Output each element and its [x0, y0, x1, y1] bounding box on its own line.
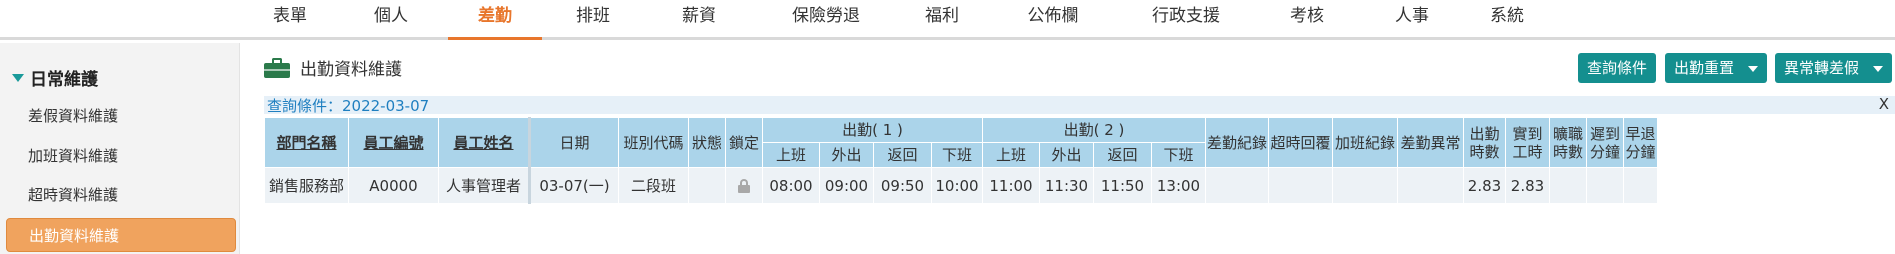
cell-dept: 銷售服務部: [264, 167, 349, 204]
tab-insurance[interactable]: 保險勞退: [779, 0, 873, 37]
header-employee-no[interactable]: 員工編號: [348, 117, 439, 168]
cell-overtime-record: [1332, 167, 1398, 204]
header-overtime-record: 加班紀錄: [1332, 117, 1398, 168]
page-title-text: 出勤資料維護: [300, 60, 402, 80]
abnormal-to-leave-button[interactable]: 異常轉差假: [1775, 53, 1893, 83]
cell-actual-hours: 2.83: [1505, 167, 1550, 204]
header-dept-name[interactable]: 部門名稱: [264, 117, 349, 168]
close-query-bar-button[interactable]: X: [1879, 95, 1889, 113]
caret-down-icon: [1748, 65, 1759, 72]
cell-early-leave-minutes: [1623, 167, 1658, 204]
sidebar-group-label: 日常維護: [30, 70, 98, 90]
header-a2-back: 返回: [1093, 142, 1152, 168]
caret-down-icon: [12, 73, 24, 82]
attendance-reset-button[interactable]: 出勤重置: [1665, 53, 1768, 83]
header-attendance-hours: 出勤時數: [1463, 117, 1506, 168]
header-actual-hours: 實到工時: [1505, 117, 1550, 168]
tab-attendance[interactable]: 差勤: [448, 0, 542, 40]
sidebar-item-leave-maintenance[interactable]: 差假資料維護: [6, 99, 236, 133]
header-a1-back: 返回: [873, 142, 932, 168]
cell-emp-no: A0000: [348, 167, 439, 204]
cell-emp-name: 人事管理者: [438, 167, 531, 204]
header-attendance-1: 出勤( 1 ): [762, 117, 983, 143]
cell-a2-back: 11:50: [1093, 167, 1152, 204]
attendance-table: 部門名稱 員工編號 員工姓名 日期 班別代碼 狀態 鎖定 出勤( 1 ) 出勤(…: [264, 117, 1658, 204]
cell-a1-back: 09:50: [873, 167, 932, 204]
header-absent-hours: 曠職時數: [1549, 117, 1587, 168]
cell-late-minutes: [1586, 167, 1624, 204]
tab-payroll[interactable]: 薪資: [672, 0, 726, 37]
attendance-reset-label: 出勤重置: [1674, 59, 1735, 77]
header-status: 狀態: [688, 117, 726, 168]
lock-icon[interactable]: [737, 179, 751, 193]
header-late-minutes: 遲到分鐘: [1586, 117, 1624, 168]
cell-overtime-reply: [1268, 167, 1333, 204]
header-leave-record: 差勤紀錄: [1205, 117, 1269, 168]
header-locked: 鎖定: [725, 117, 763, 168]
sidebar-item-excess-hours-maintenance[interactable]: 超時資料維護: [6, 178, 236, 212]
page-title: 出勤資料維護: [264, 55, 402, 80]
sidebar-item-attendance-maintenance[interactable]: 出勤資料維護: [6, 218, 236, 252]
header-overtime-reply: 超時回覆: [1268, 117, 1333, 168]
header-shift-code: 班別代碼: [618, 117, 689, 168]
sidebar: 日常維護 差假資料維護 加班資料維護 超時資料維護 出勤資料維護: [0, 43, 240, 254]
top-navigation: 表單 個人 差勤 排班 薪資 保險勞退 福利 公佈欄 行政支援 考核 人事 系統: [0, 0, 1895, 40]
tab-personal[interactable]: 個人: [362, 0, 420, 37]
sidebar-item-overtime-maintenance[interactable]: 加班資料維護: [6, 139, 236, 173]
header-a1-on: 上班: [762, 142, 820, 168]
caret-down-icon: [1873, 65, 1884, 72]
header-a2-on: 上班: [982, 142, 1040, 168]
query-conditions-label: 查詢條件: [1587, 59, 1648, 77]
cell-absent-hours: [1549, 167, 1587, 204]
header-a2-out: 外出: [1039, 142, 1094, 168]
header-attendance-2: 出勤( 2 ): [982, 117, 1206, 143]
cell-a1-out: 09:00: [819, 167, 874, 204]
header-a1-off: 下班: [931, 142, 983, 168]
cell-a2-on: 11:00: [982, 167, 1040, 204]
query-conditions-button[interactable]: 查詢條件: [1578, 53, 1657, 83]
cell-locked[interactable]: [725, 167, 763, 204]
abnormal-to-leave-label: 異常轉差假: [1784, 59, 1860, 77]
cell-shift-code: 二段班: [618, 167, 689, 204]
header-early-leave-minutes: 早退分鐘: [1623, 117, 1658, 168]
cell-status: [688, 167, 726, 204]
header-a1-out: 外出: [819, 142, 874, 168]
tab-scheduling[interactable]: 排班: [566, 0, 620, 37]
table-row[interactable]: 銷售服務部 A0000 人事管理者 03-07(一) 二段班 08:00 09:…: [264, 167, 1658, 204]
cell-attendance-abnormal: [1397, 167, 1464, 204]
tab-hr[interactable]: 人事: [1385, 0, 1439, 37]
header-employee-name[interactable]: 員工姓名: [438, 117, 531, 168]
cell-a2-out: 11:30: [1039, 167, 1094, 204]
cell-attendance-hours: 2.83: [1463, 167, 1506, 204]
header-a2-off: 下班: [1151, 142, 1206, 168]
cell-a1-on: 08:00: [762, 167, 820, 204]
briefcase-icon: [264, 57, 290, 78]
query-condition-text: 查詢條件：2022-03-07: [267, 97, 430, 115]
main-content: 出勤資料維護 查詢條件 出勤重置 異常轉差假 查詢條件：2022-03-07 X…: [262, 43, 1895, 254]
tab-forms[interactable]: 表單: [263, 0, 317, 37]
tab-appraisal[interactable]: 考核: [1280, 0, 1334, 37]
cell-a1-off: 10:00: [931, 167, 983, 204]
tab-system[interactable]: 系統: [1480, 0, 1534, 37]
header-attendance-abnormal: 差勤異常: [1397, 117, 1464, 168]
cell-date: 03-07(一): [529, 167, 619, 204]
header-date: 日期: [529, 117, 619, 168]
query-condition-bar: 查詢條件：2022-03-07 X: [264, 95, 1895, 115]
tab-benefits[interactable]: 福利: [915, 0, 969, 37]
tab-bulletin[interactable]: 公佈欄: [1017, 0, 1089, 37]
sidebar-group-daily-maintenance[interactable]: 日常維護: [12, 65, 98, 90]
cell-leave-record: [1205, 167, 1269, 204]
tab-admin-support[interactable]: 行政支援: [1141, 0, 1231, 37]
cell-a2-off: 13:00: [1151, 167, 1206, 204]
